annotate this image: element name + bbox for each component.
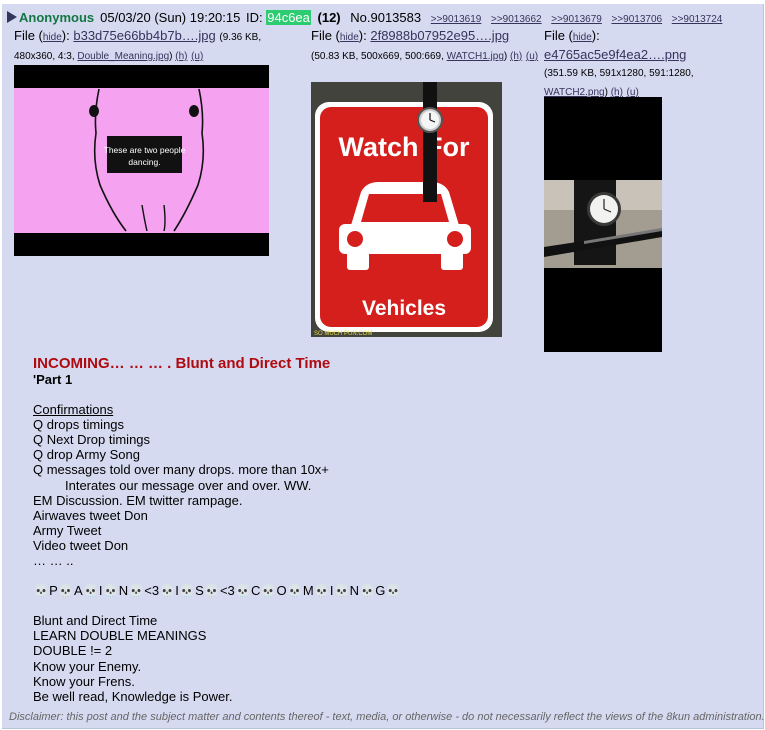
backlink[interactable]: >>9013706 [611,14,662,25]
watch-and-pen-image [544,180,662,268]
body-line: Army Tweet [33,522,102,538]
post-intro: Anonymous 05/03/20 (Sun) 19:20:15 ID: 94c… [7,9,728,29]
h-link[interactable]: (h) [510,51,522,62]
svg-text:SO MUCH PUN.COM: SO MUCH PUN.COM [314,331,372,337]
post-number[interactable]: No.9013583 [350,10,421,25]
body-line-indented: Interates our message over and over. WW. [65,477,312,493]
file-info-3: File (hide): e4765ac5e9f4ea2….png (351.5… [544,28,694,98]
body-line: Know your Frens. [33,673,135,689]
body-line: Q drops timings [33,417,125,433]
backlink[interactable]: >>9013662 [491,14,542,25]
file-info-1: File (hide): b33d75e66bb4b7b….jpg (9.36 … [14,28,262,62]
hide-link[interactable]: hide [573,32,592,43]
backlink[interactable]: >>9013679 [551,14,602,25]
post-subject: INCOMING… … … . Blunt and Direct Time [33,355,331,372]
body-line: Q Next Drop timings [33,432,151,448]
h-link[interactable]: (h) [175,51,187,62]
original-filename-link[interactable]: Double_Meaning.jpg [77,51,169,62]
body-line: Q drop Army Song [33,447,140,463]
body-line: … … .. [33,553,74,569]
file-link[interactable]: 2f8988b07952e95….jpg [370,28,509,43]
svg-text:dancing.: dancing. [128,157,160,167]
backlink[interactable]: >>9013724 [672,14,723,25]
post-toggle-icon[interactable] [7,11,17,23]
watch-for-vehicles-image: Watch For Vehicles SO MUCH PUN.COM [311,82,502,337]
file-link[interactable]: b33d75e66bb4b7b….jpg [73,28,215,43]
file-thumbnail-1[interactable]: These are two people dancing. [14,65,269,256]
svg-text:These are two people: These are two people [104,145,186,155]
file-info-2: File (hide): 2f8988b07952e95….jpg (50.83… [311,28,539,62]
body-line: DOUBLE != 2 [33,643,113,659]
backlink[interactable]: >>9013619 [431,14,482,25]
file-thumbnail-3[interactable] [544,97,662,352]
u-link[interactable]: (u) [526,51,538,62]
hide-link[interactable]: hide [340,32,359,43]
u-link[interactable]: (u) [191,51,203,62]
file-link[interactable]: e4765ac5e9f4ea2….png [544,47,686,62]
body-line: Blunt and Direct Time [33,613,158,629]
file-thumbnail-2[interactable]: Watch For Vehicles SO MUCH PUN.COM [311,82,502,337]
hide-link[interactable]: hide [43,32,62,43]
post-date: 05/03/20 (Sun) 19:20:15 [100,10,241,25]
svg-text:Watch For: Watch For [339,132,470,162]
post-body: INCOMING… … … . Blunt and Direct Time 'P… [33,355,733,704]
confirmations-heading: Confirmations [33,402,114,418]
double-meaning-image: These are two people dancing. [14,88,269,233]
body-line: LEARN DOUBLE MEANINGS [33,628,207,644]
body-line: Video tweet Don [33,537,129,553]
post-count: (12) [317,10,341,25]
body-line: Q messages told over many drops. more th… [33,462,329,478]
body-line: Know your Enemy. [33,658,142,674]
post-container: Anonymous 05/03/20 (Sun) 19:20:15 ID: 94c… [2,4,765,729]
body-line: Airwaves tweet Don [33,507,148,523]
body-line: EM Discussion. EM twitter rampage. [33,492,243,508]
original-filename-link[interactable]: WATCH1.jpg [447,51,504,62]
body-line: Be well read, Knowledge is Power. [33,688,233,704]
disclaimer: Disclaimer: this post and the subject ma… [9,711,765,723]
poster-name: Anonymous [19,10,95,25]
id-label: ID: [245,10,263,25]
skull-line: 💀P💀A💀I💀N💀<3💀I💀S💀<3💀C💀O💀M💀I💀N💀G💀 [33,583,402,599]
post-part: 'Part 1 [33,372,73,387]
poster-id[interactable]: 94c6ea [266,10,311,25]
svg-text:Vehicles: Vehicles [362,297,446,320]
